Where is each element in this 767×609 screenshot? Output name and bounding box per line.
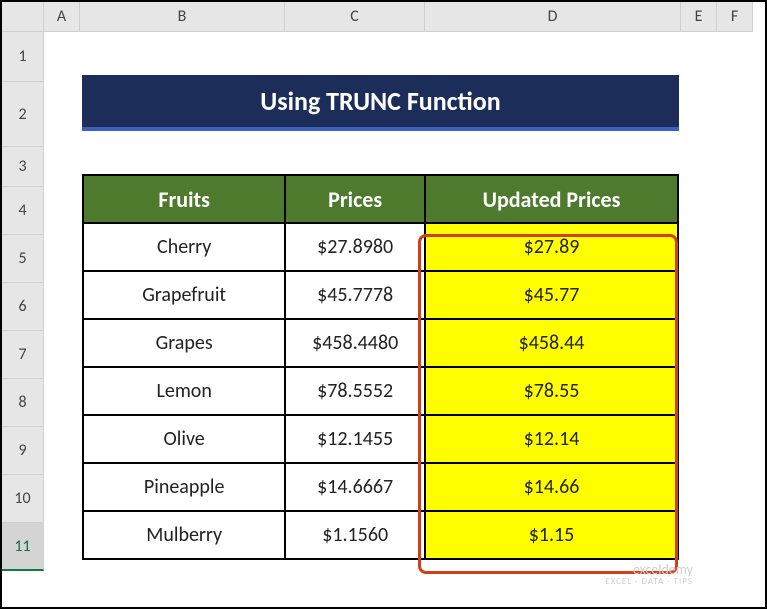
cell-fruit[interactable]: Mulberry (83, 511, 285, 559)
spreadsheet-grid: A B C D E F 1 Using TRUNC Function Fruit… (2, 2, 765, 607)
cell-updated[interactable]: $78.55 (425, 367, 678, 415)
header-fruits: Fruits (83, 175, 285, 223)
col-head-f[interactable]: F (717, 2, 753, 32)
cell-price[interactable]: $12.1455 (285, 415, 425, 463)
col-head-d[interactable]: D (425, 2, 681, 32)
data-table: Fruits Prices Updated Prices Cherry $27.… (82, 174, 679, 560)
table-row: Grapes $458.4480 $458.44 (83, 319, 678, 367)
cell-updated[interactable]: $27.89 (425, 223, 678, 271)
row-head-4[interactable]: 4 (2, 187, 44, 235)
cell-price[interactable]: $458.4480 (285, 319, 425, 367)
col-head-a[interactable]: A (44, 2, 80, 32)
row-head-6[interactable]: 6 (2, 283, 44, 331)
cell-updated[interactable]: $45.77 (425, 271, 678, 319)
row-head-7[interactable]: 7 (2, 331, 44, 379)
cell-fruit[interactable]: Lemon (83, 367, 285, 415)
cell-price[interactable]: $1.1560 (285, 511, 425, 559)
header-updated: Updated Prices (425, 175, 678, 223)
cell-fruit[interactable]: Grapes (83, 319, 285, 367)
cell-updated[interactable]: $458.44 (425, 319, 678, 367)
table-row: Grapefruit $45.7778 $45.77 (83, 271, 678, 319)
row-head-2[interactable]: 2 (2, 82, 44, 147)
table-body: Cherry $27.8980 $27.89 Grapefruit $45.77… (83, 223, 678, 559)
cell-fruit[interactable]: Pineapple (83, 463, 285, 511)
table-row: Olive $12.1455 $12.14 (83, 415, 678, 463)
col-head-c[interactable]: C (285, 2, 425, 32)
header-prices: Prices (285, 175, 425, 223)
cell-price[interactable]: $27.8980 (285, 223, 425, 271)
cell-updated[interactable]: $1.15 (425, 511, 678, 559)
row-head-3[interactable]: 3 (2, 147, 44, 187)
cell-price[interactable]: $45.7778 (285, 271, 425, 319)
row-head-5[interactable]: 5 (2, 235, 44, 283)
title-band: Using TRUNC Function (82, 75, 679, 131)
row-head-8[interactable]: 8 (2, 379, 44, 427)
table-row: Lemon $78.5552 $78.55 (83, 367, 678, 415)
cell-updated[interactable]: $14.66 (425, 463, 678, 511)
cell-price[interactable]: $14.6667 (285, 463, 425, 511)
cell-fruit[interactable]: Cherry (83, 223, 285, 271)
cell-area[interactable]: Using TRUNC Function Fruits Prices Updat… (44, 32, 753, 571)
cell-updated[interactable]: $12.14 (425, 415, 678, 463)
table-row: Cherry $27.8980 $27.89 (83, 223, 678, 271)
row-head-10[interactable]: 10 (2, 475, 44, 523)
col-head-e[interactable]: E (681, 2, 717, 32)
table-row: Pineapple $14.6667 $14.66 (83, 463, 678, 511)
cell-price[interactable]: $78.5552 (285, 367, 425, 415)
row-head-11[interactable]: 11 (2, 523, 44, 571)
row-head-9[interactable]: 9 (2, 427, 44, 475)
cell-fruit[interactable]: Grapefruit (83, 271, 285, 319)
table-header-row: Fruits Prices Updated Prices (83, 175, 678, 223)
cell-fruit[interactable]: Olive (83, 415, 285, 463)
row-head-1[interactable]: 1 (2, 32, 44, 82)
select-all-corner[interactable] (2, 2, 44, 32)
table-row: Mulberry $1.1560 $1.15 (83, 511, 678, 559)
col-head-b[interactable]: B (80, 2, 285, 32)
